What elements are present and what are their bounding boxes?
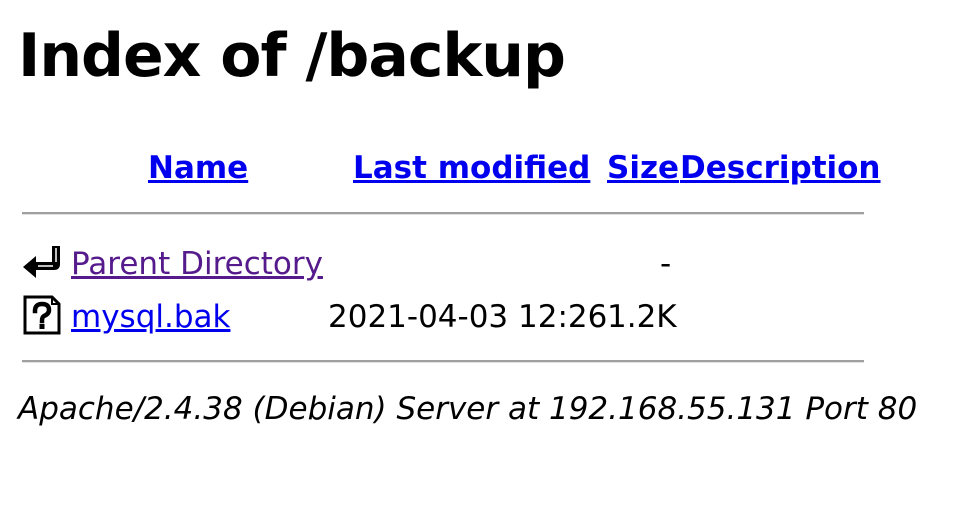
server-signature: Apache/2.4.38 (Debian) Server at 192.168… [18, 391, 918, 427]
parent-directory-link[interactable]: Parent Directory [71, 246, 323, 282]
column-header-description: Description [680, 148, 881, 188]
sort-by-name-link[interactable]: Name [148, 150, 248, 186]
size-cell: 1.2K [607, 299, 677, 335]
column-header-name: Name [148, 148, 248, 188]
column-header-last-modified: Last modified [353, 148, 590, 188]
unknown-file-icon [23, 295, 61, 335]
last-modified-cell: 2021-04-03 12:26 [328, 299, 608, 335]
name-cell: Parent Directory [71, 244, 323, 284]
size-cell: - [660, 246, 672, 282]
top-divider [22, 212, 864, 215]
directory-listing: Name Last modified Size Description Pare… [0, 0, 972, 512]
sort-by-description-link[interactable]: Description [680, 150, 881, 186]
name-cell: mysql.bak [71, 297, 230, 337]
back-icon [23, 246, 60, 278]
sort-by-size-link[interactable]: Size [607, 150, 679, 186]
column-header-size: Size [607, 148, 679, 188]
sort-by-last-modified-link[interactable]: Last modified [353, 150, 590, 186]
bottom-divider [22, 360, 864, 363]
mysql-bak-file-link[interactable]: mysql.bak [71, 299, 230, 335]
